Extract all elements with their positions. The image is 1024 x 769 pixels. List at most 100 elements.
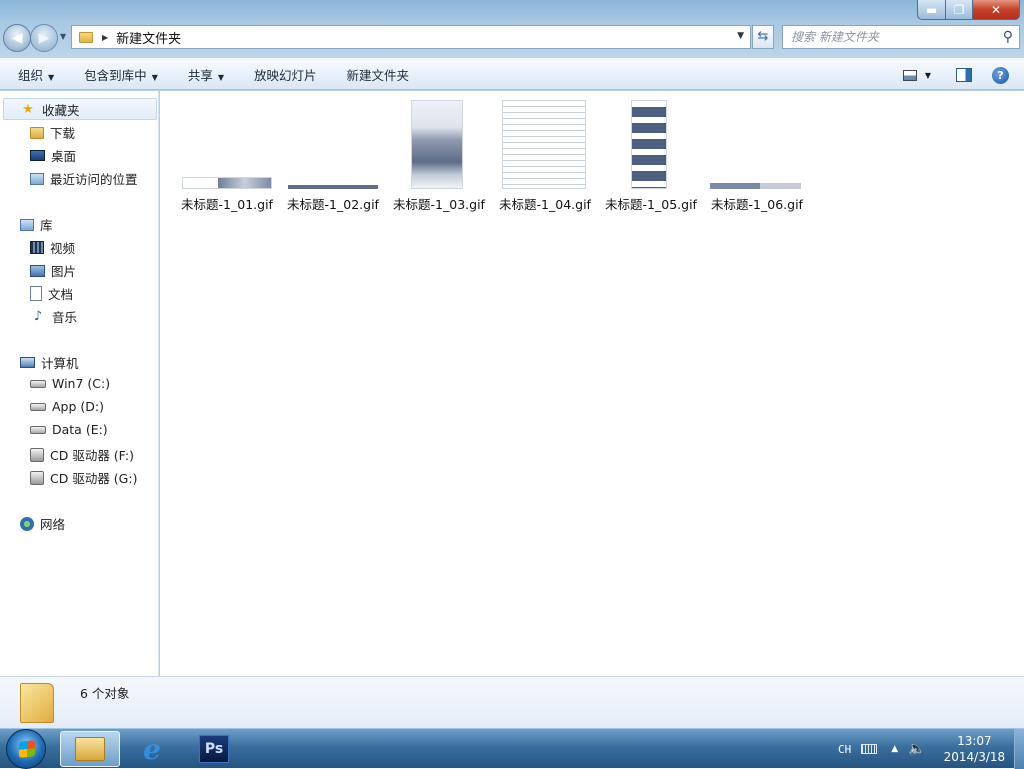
file-item[interactable]: 未标题-1_04.gif: [495, 91, 595, 216]
taskbar: e Ps CH ▲ 🔈 13:07 2014/3/18: [0, 728, 1024, 769]
file-name: 未标题-1_03.gif: [393, 197, 485, 212]
nav-item-downloads[interactable]: 下载: [30, 123, 75, 142]
arrow-right-icon: ▶: [38, 30, 50, 46]
nav-item-label: 图片: [51, 264, 77, 279]
nav-libraries[interactable]: 库: [20, 215, 53, 234]
command-bar: 组织 ▼ 包含到库中 ▼ 共享 ▼ 放映幻灯片 新建文件夹 ▼ ?: [0, 58, 1024, 90]
address-dropdown-icon[interactable]: ▼: [737, 31, 744, 41]
nav-item-label: 下载: [50, 126, 76, 141]
refresh-icon: ⇆: [757, 29, 769, 44]
speaker-icon[interactable]: 🔈: [908, 741, 925, 757]
show-hidden-icons-icon[interactable]: ▲: [891, 744, 898, 754]
nav-item-drive-d[interactable]: App (D:): [30, 399, 104, 414]
hard-drive-icon: [30, 379, 46, 388]
change-view-icon[interactable]: [902, 69, 917, 81]
system-tray: CH ▲ 🔈 13:07 2014/3/18: [838, 729, 1015, 769]
nav-item-drive-c[interactable]: Win7 (C:): [30, 376, 110, 391]
explorer-folder-icon: [75, 737, 105, 761]
share-label: 共享: [187, 67, 213, 83]
show-desktop-button[interactable]: [1014, 729, 1024, 769]
share-menu[interactable]: 共享 ▼: [158, 65, 224, 84]
music-note-icon: ♪: [33, 309, 43, 324]
nav-item-pictures[interactable]: 图片: [30, 261, 76, 280]
search-input[interactable]: [791, 30, 991, 44]
computer-icon: [20, 357, 35, 368]
recent-pages-dropdown[interactable]: ▼: [60, 32, 68, 42]
include-in-library-menu[interactable]: 包含到库中 ▼: [54, 65, 158, 84]
breadcrumb-separator-icon[interactable]: ▶: [102, 33, 108, 42]
preview-pane-icon[interactable]: [956, 68, 972, 82]
details-pane: 6 个对象: [0, 676, 1024, 728]
nav-item-drive-g[interactable]: CD 驱动器 (G:): [30, 468, 137, 487]
file-thumbnail: [631, 100, 667, 189]
nav-item-videos[interactable]: 视频: [30, 238, 75, 257]
recent-places-icon: [30, 172, 44, 185]
desktop-icon: [30, 150, 45, 161]
file-thumbnail: [411, 100, 463, 189]
file-thumbnail: [710, 183, 801, 189]
nav-computer[interactable]: 计算机: [20, 353, 79, 372]
file-thumbnail: [182, 177, 272, 189]
nav-item-documents[interactable]: 文档: [30, 284, 73, 303]
back-button[interactable]: ◀: [3, 24, 31, 52]
close-button[interactable]: ✕: [972, 0, 1020, 20]
file-item[interactable]: 未标题-1_03.gif: [389, 91, 489, 216]
photoshop-icon: Ps: [199, 735, 229, 763]
nav-computer-label: 计算机: [41, 356, 79, 371]
nav-item-music[interactable]: ♪ 音乐: [30, 307, 77, 326]
folder-icon: [79, 31, 93, 43]
help-icon[interactable]: ?: [992, 66, 1009, 84]
nav-network[interactable]: 网络: [20, 514, 65, 533]
minimize-button[interactable]: ▬: [917, 0, 946, 20]
windows-logo-icon: [19, 740, 35, 758]
taskbar-explorer-button[interactable]: [60, 731, 120, 767]
nav-item-label: Win7 (C:): [52, 376, 111, 391]
nav-item-drive-f[interactable]: CD 驱动器 (F:): [30, 445, 134, 464]
network-icon: [20, 516, 34, 531]
view-options-dropdown-icon[interactable]: ▼: [925, 71, 931, 80]
taskbar-ie-button[interactable]: e: [122, 731, 182, 767]
forward-button[interactable]: ▶: [30, 24, 58, 52]
nav-item-recent-places[interactable]: 最近访问的位置: [30, 169, 138, 188]
taskbar-photoshop-button[interactable]: Ps: [184, 731, 244, 767]
new-folder-button[interactable]: 新建文件夹: [317, 65, 410, 84]
file-item[interactable]: 未标题-1_01.gif: [177, 91, 277, 216]
nav-item-label: Data (E:): [52, 422, 108, 437]
breadcrumb-current[interactable]: 新建文件夹: [116, 28, 181, 47]
file-name: 未标题-1_01.gif: [181, 197, 273, 212]
keyboard-icon[interactable]: [861, 744, 878, 754]
slideshow-button[interactable]: 放映幻灯片: [224, 65, 317, 84]
nav-favorites[interactable]: ★ 收藏夹: [20, 100, 80, 119]
star-icon: ★: [22, 102, 34, 117]
refresh-button[interactable]: ⇆: [752, 25, 774, 49]
file-item[interactable]: 未标题-1_05.gif: [601, 91, 701, 216]
search-icon[interactable]: ⚲: [1003, 29, 1013, 45]
search-box[interactable]: ⚲: [782, 25, 1020, 49]
video-library-icon: [30, 241, 44, 254]
start-button[interactable]: [6, 729, 46, 769]
file-item[interactable]: 未标题-1_02.gif: [283, 91, 383, 216]
nav-item-label: CD 驱动器 (F:): [50, 448, 134, 463]
language-indicator[interactable]: CH: [838, 743, 851, 756]
clock-date: 2014/3/18: [943, 750, 1006, 764]
organize-menu[interactable]: 组织 ▼: [0, 65, 54, 84]
internet-explorer-icon: e: [143, 732, 161, 766]
nav-item-label: 音乐: [52, 310, 78, 325]
nav-item-label: App (D:): [52, 399, 104, 414]
title-bar: ◀ ▶ ▼ ▶ 新建文件夹 ▼ ⇆ ⚲ ▬ ❐ ✕: [0, 0, 1024, 58]
clock-time: 13:07: [957, 734, 992, 748]
item-count: 6 个对象: [80, 686, 130, 701]
clock[interactable]: 13:07 2014/3/18: [944, 733, 1006, 765]
nav-item-desktop[interactable]: 桌面: [30, 146, 76, 165]
pictures-library-icon: [30, 264, 45, 277]
address-bar[interactable]: ▶ 新建文件夹 ▼: [71, 25, 751, 49]
nav-item-label: 文档: [48, 287, 74, 302]
folder-icon: [20, 683, 54, 723]
view-controls: ▼ ?: [902, 59, 1024, 91]
nav-item-drive-e[interactable]: Data (E:): [30, 422, 108, 437]
maximize-button[interactable]: ❐: [945, 0, 973, 20]
nav-item-label: 桌面: [51, 149, 77, 164]
file-name: 未标题-1_04.gif: [499, 197, 591, 212]
file-item[interactable]: 未标题-1_06.gif: [707, 91, 807, 216]
nav-favorites-label: 收藏夹: [42, 103, 80, 118]
